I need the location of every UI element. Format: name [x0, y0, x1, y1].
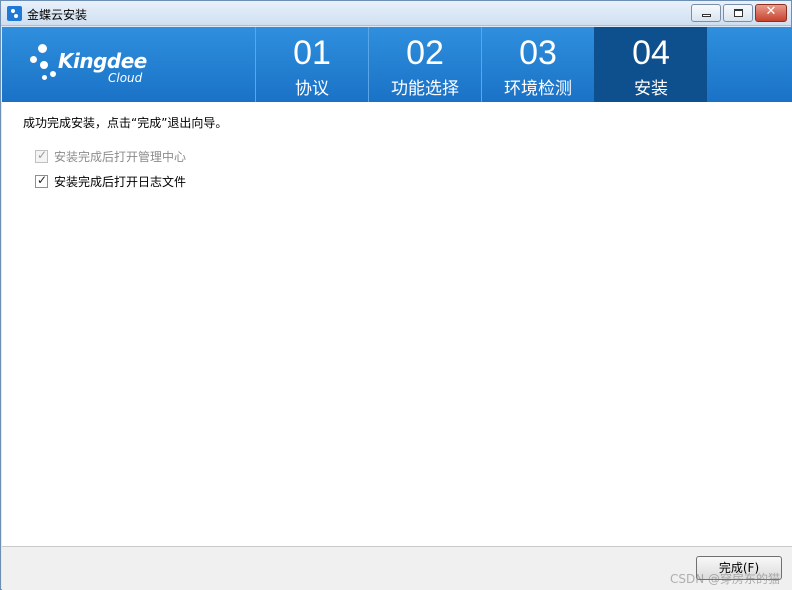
open-log-file-option[interactable]: 安装完成后打开日志文件 — [35, 173, 186, 190]
watermark: CSDN @穿房东的猫 — [670, 572, 781, 586]
step-agreement: 01 协议 — [255, 27, 368, 102]
installer-window: 金蝶云安装 ✕ Kingdee Cloud 01 协议 02 功能选择 03 环… — [0, 0, 792, 590]
checkbox-label[interactable]: 安装完成后打开日志文件 — [54, 173, 186, 190]
wizard-steps: 01 协议 02 功能选择 03 环境检测 04 安装 — [255, 27, 707, 102]
maximize-icon — [734, 9, 743, 17]
step-number: 02 — [406, 34, 444, 72]
footer-bar: 完成(F) CSDN @穿房东的猫 — [2, 546, 792, 590]
checkbox-label: 安装完成后打开管理中心 — [54, 150, 187, 164]
step-environment-check: 03 环境检测 — [481, 27, 594, 102]
maximize-button[interactable] — [723, 4, 753, 22]
step-label: 功能选择 — [391, 79, 459, 99]
open-log-file-checkbox[interactable] — [35, 173, 48, 188]
logo-wordmark: Kingdee — [58, 49, 147, 73]
step-number: 03 — [519, 34, 557, 72]
step-feature-selection: 02 功能选择 — [368, 27, 481, 102]
window-title: 金蝶云安装 — [27, 8, 88, 22]
step-label: 安装 — [634, 79, 668, 99]
step-number: 01 — [293, 34, 331, 72]
header-banner: Kingdee Cloud 01 协议 02 功能选择 03 环境检测 04 安… — [2, 27, 792, 102]
minimize-icon — [702, 14, 711, 17]
step-install: 04 安装 — [594, 27, 707, 102]
kingdee-logo: Kingdee Cloud — [28, 41, 158, 91]
close-button[interactable]: ✕ — [755, 4, 787, 22]
logo-subtitle: Cloud — [108, 71, 143, 85]
main-content: 成功完成安装，点击“完成”退出向导。 安装完成后打开管理中心 安装完成后打开日志… — [2, 102, 792, 546]
open-management-center-checkbox — [35, 148, 48, 163]
step-number: 04 — [632, 34, 670, 72]
title-bar: 金蝶云安装 ✕ — [1, 1, 791, 26]
close-icon: ✕ — [765, 4, 777, 19]
step-label: 环境检测 — [504, 79, 572, 99]
open-management-center-option: 安装完成后打开管理中心 — [35, 148, 186, 165]
minimize-button[interactable] — [691, 4, 721, 22]
completion-message: 成功完成安装，点击“完成”退出向导。 — [23, 116, 228, 130]
step-label: 协议 — [295, 79, 329, 99]
app-icon — [7, 6, 22, 21]
